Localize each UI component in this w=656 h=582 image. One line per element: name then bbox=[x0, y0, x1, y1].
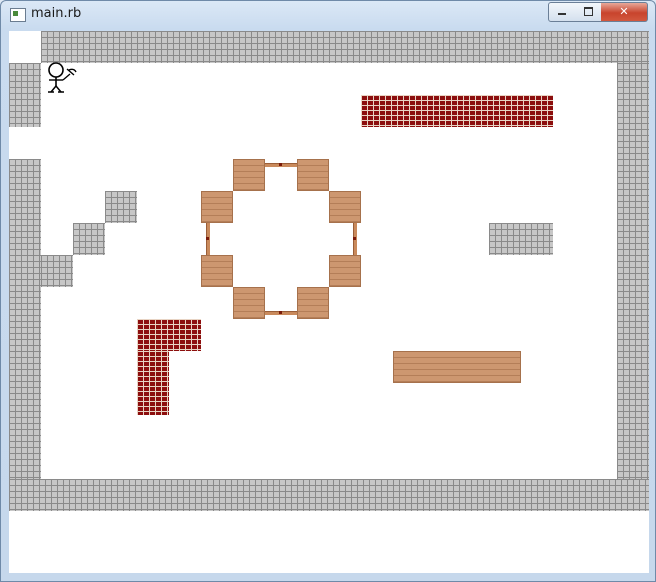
player-character-icon[interactable] bbox=[46, 61, 80, 97]
rope-knot bbox=[279, 311, 282, 314]
wood-block bbox=[297, 159, 329, 191]
brick-wall bbox=[361, 95, 553, 127]
wood-block bbox=[297, 287, 329, 319]
wood-block bbox=[201, 255, 233, 287]
rope-knot bbox=[279, 163, 282, 166]
title-bar[interactable]: main.rb ✕ bbox=[1, 1, 655, 29]
brick-wall bbox=[137, 351, 169, 415]
minimize-button[interactable] bbox=[548, 2, 576, 22]
maximize-icon bbox=[583, 7, 593, 16]
stone-block bbox=[489, 223, 553, 255]
wood-block bbox=[201, 191, 233, 223]
game-canvas[interactable] bbox=[9, 31, 649, 573]
stone-block bbox=[41, 255, 73, 287]
window-title: main.rb bbox=[31, 6, 82, 21]
close-icon: ✕ bbox=[619, 5, 629, 18]
rope-knot bbox=[353, 237, 356, 240]
wood-block bbox=[233, 159, 265, 191]
wood-block bbox=[233, 287, 265, 319]
right-wall bbox=[617, 63, 649, 479]
minimize-icon bbox=[558, 13, 566, 15]
wood-block bbox=[329, 255, 361, 287]
stone-block bbox=[105, 191, 137, 223]
wood-platform bbox=[393, 351, 521, 383]
app-window: main.rb ✕ bbox=[0, 0, 656, 582]
bottom-wall bbox=[9, 479, 649, 511]
brick-wall bbox=[137, 319, 201, 351]
stone-block bbox=[73, 223, 105, 255]
top-wall bbox=[41, 31, 649, 63]
left-wall-lower bbox=[9, 159, 41, 479]
app-icon[interactable] bbox=[10, 8, 26, 22]
left-wall-upper bbox=[9, 63, 41, 127]
wood-block bbox=[329, 191, 361, 223]
rope-knot bbox=[206, 237, 209, 240]
maximize-button[interactable] bbox=[575, 2, 602, 22]
close-button[interactable]: ✕ bbox=[601, 2, 648, 22]
